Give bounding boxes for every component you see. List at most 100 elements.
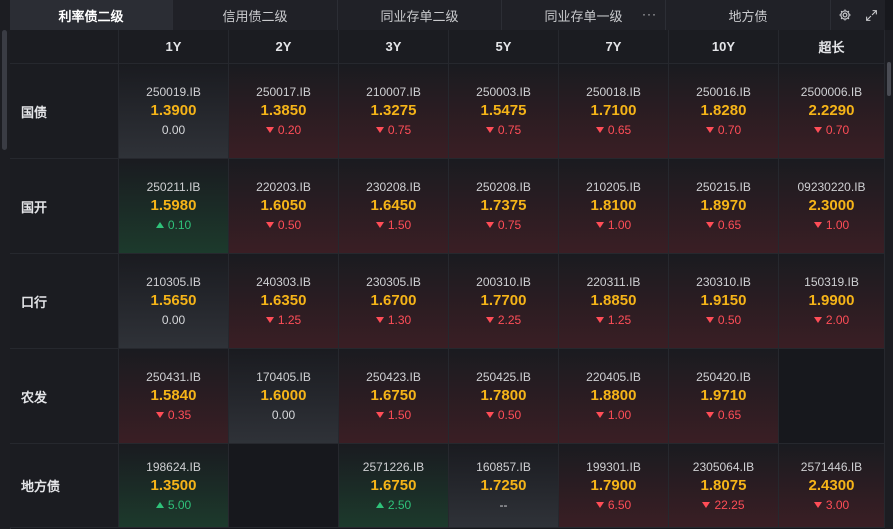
tab-rates-secondary[interactable]: 利率债二级	[10, 0, 173, 30]
tab-label: 地方债	[728, 8, 768, 24]
bond-cell[interactable]: 160857.IB 1.7250 --	[449, 444, 559, 528]
tab-credit-secondary[interactable]: 信用债二级	[173, 0, 338, 30]
arrow-down-icon	[375, 412, 384, 418]
bond-change: --	[500, 497, 508, 513]
bond-rate: 1.7900	[590, 476, 637, 494]
bond-cell[interactable]: 200310.IB 1.7700 2.25	[449, 254, 559, 349]
bond-change: 0.00	[272, 407, 295, 423]
column-header[interactable]: 5Y	[449, 30, 559, 64]
bond-rate: 1.5840	[150, 387, 197, 404]
bond-cell[interactable]: 240303.IB 1.6350 1.25	[229, 254, 339, 349]
change-value: 0.35	[167, 408, 192, 422]
bond-cell[interactable]: 2571226.IB 1.6750 2.50	[339, 444, 449, 528]
corner-cell	[10, 30, 119, 64]
bond-change: 1.00	[813, 217, 849, 233]
tab-ncd-primary[interactable]: 同业存单一级 ···	[502, 0, 666, 30]
bond-cell[interactable]: 220405.IB 1.8800 1.00	[559, 349, 669, 444]
bond-cell[interactable]: 250017.IB 1.3850 0.20	[229, 64, 339, 159]
bond-change: 22.25	[702, 497, 745, 513]
bond-cell[interactable]: 250423.IB 1.6750 1.50	[339, 349, 449, 444]
column-header[interactable]: 1Y	[119, 30, 229, 64]
arrow-up-icon	[155, 501, 164, 508]
bond-cell[interactable]: 2500006.IB 2.2290 0.70	[779, 64, 885, 159]
bond-rate: 1.6000	[260, 387, 307, 404]
tab-bar: 利率债二级 信用债二级 同业存单二级 同业存单一级 ··· 地方债	[10, 0, 885, 31]
bond-cell[interactable]: 230310.IB 1.9150 0.50	[669, 254, 779, 349]
bond-code: 230208.IB	[366, 180, 421, 194]
bond-cell[interactable]: 210205.IB 1.8100 1.00	[559, 159, 669, 254]
bond-cell[interactable]: 230208.IB 1.6450 1.50	[339, 159, 449, 254]
tab-label: 信用债二级	[222, 8, 288, 24]
change-value: 6.50	[607, 497, 632, 512]
bond-change: 0.00	[162, 122, 185, 138]
bond-cell[interactable]: 250215.IB 1.8970 0.65	[669, 159, 779, 254]
bond-cell[interactable]: 150319.IB 1.9900 2.00	[779, 254, 885, 349]
bond-cell[interactable]: 250431.IB 1.5840 0.35	[119, 349, 229, 444]
bond-cell[interactable]: 09230220.IB 2.3000 1.00	[779, 159, 885, 254]
bond-code: 250017.IB	[256, 85, 311, 99]
right-scroll-rail[interactable]	[885, 30, 893, 529]
column-header[interactable]: 10Y	[669, 30, 779, 64]
change-value: 2.50	[387, 497, 412, 512]
column-header[interactable]: 3Y	[339, 30, 449, 64]
bond-cell[interactable]: 210305.IB 1.5650 0.00	[119, 254, 229, 349]
bond-cell[interactable]: 210007.IB 1.3275 0.75	[339, 64, 449, 159]
more-tabs-button[interactable]: ···	[642, 7, 657, 21]
bond-cell[interactable]: 250425.IB 1.7800 0.50	[449, 349, 559, 444]
bond-rate: 1.5475	[480, 102, 527, 119]
bond-cell[interactable]: 250019.IB 1.3900 0.00	[119, 64, 229, 159]
bond-cell[interactable]: 170405.IB 1.6000 0.00	[229, 349, 339, 444]
column-header[interactable]: 7Y	[559, 30, 669, 64]
bond-cell[interactable]: 199301.IB 1.7900 6.50	[559, 444, 669, 528]
change-value: 3.00	[825, 497, 850, 512]
arrow-down-icon	[595, 501, 604, 508]
change-value: 0.75	[387, 123, 412, 137]
right-scroll-thumb[interactable]	[887, 62, 891, 96]
expand-button[interactable]	[863, 6, 881, 24]
bond-code: 240303.IB	[256, 275, 311, 289]
bond-rate: 1.7100	[590, 102, 637, 119]
settings-button[interactable]	[836, 6, 854, 24]
bond-cell[interactable]: 198624.IB 1.3500 5.00	[119, 444, 229, 528]
bond-change: 1.00	[595, 407, 631, 423]
arrow-down-icon	[813, 127, 822, 133]
tab-local-gov[interactable]: 地方债	[666, 0, 831, 30]
bond-code: 250420.IB	[696, 370, 751, 384]
bond-cell[interactable]: 2571446.IB 2.4300 3.00	[779, 444, 885, 528]
bond-code: 198624.IB	[146, 459, 201, 474]
bond-cell[interactable]: 230305.IB 1.6700 1.30	[339, 254, 449, 349]
bond-cell[interactable]: 250003.IB 1.5475 0.75	[449, 64, 559, 159]
bond-code: 200310.IB	[476, 275, 531, 289]
left-scroll-thumb[interactable]	[2, 30, 7, 150]
bond-cell[interactable]: 2305064.IB 1.8075 22.25	[669, 444, 779, 528]
change-value: 1.00	[607, 218, 632, 232]
bond-rate: 1.8800	[590, 387, 637, 404]
bond-rate: 2.4300	[808, 476, 855, 494]
bond-cell[interactable]: 220311.IB 1.8850 1.25	[559, 254, 669, 349]
row-label: 口行	[10, 254, 119, 349]
arrow-down-icon	[485, 222, 494, 228]
bond-code: 250016.IB	[696, 85, 751, 99]
bond-change: 2.50	[375, 497, 412, 513]
bond-change: 0.50	[265, 217, 301, 233]
bond-rate: 1.8075	[700, 476, 747, 494]
tab-ncd-secondary[interactable]: 同业存单二级	[338, 0, 502, 30]
bond-cell[interactable]: 250420.IB 1.9710 0.65	[669, 349, 779, 444]
bond-cell[interactable]: 250018.IB 1.7100 0.65	[559, 64, 669, 159]
bond-cell[interactable]: 220203.IB 1.6050 0.50	[229, 159, 339, 254]
arrow-down-icon	[705, 412, 714, 418]
column-header[interactable]: 2Y	[229, 30, 339, 64]
column-header[interactable]: 超长	[779, 30, 885, 64]
bond-rate: 1.5980	[150, 197, 197, 214]
bond-cell[interactable]: 250211.IB 1.5980 0.10	[119, 159, 229, 254]
change-value: --	[499, 497, 508, 512]
bond-rate: 1.6750	[370, 476, 417, 494]
arrow-down-icon	[813, 501, 822, 508]
change-value: 0.65	[717, 218, 742, 232]
bond-rate: 1.6050	[260, 197, 307, 214]
bond-cell[interactable]: 250208.IB 1.7375 0.75	[449, 159, 559, 254]
bond-rate: 1.3850	[260, 102, 307, 119]
bond-rate: 2.2290	[808, 102, 855, 119]
bond-code: 250431.IB	[146, 370, 201, 384]
bond-cell[interactable]: 250016.IB 1.8280 0.70	[669, 64, 779, 159]
